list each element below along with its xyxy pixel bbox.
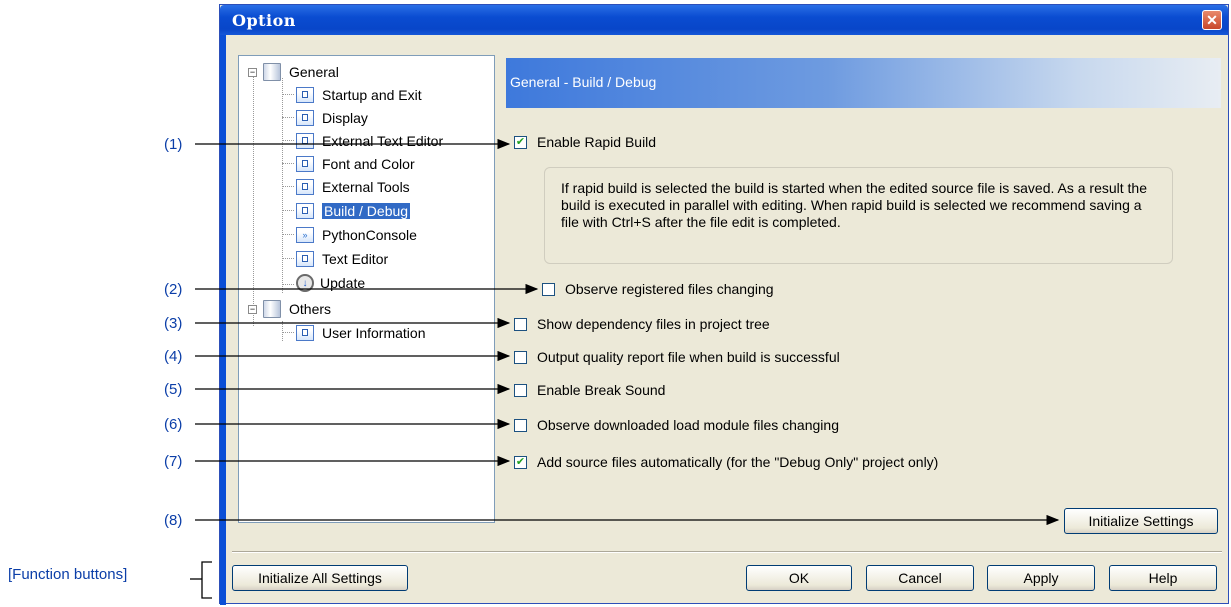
callout-arrows bbox=[190, 138, 1060, 599]
function-buttons-bracket bbox=[201, 561, 212, 599]
